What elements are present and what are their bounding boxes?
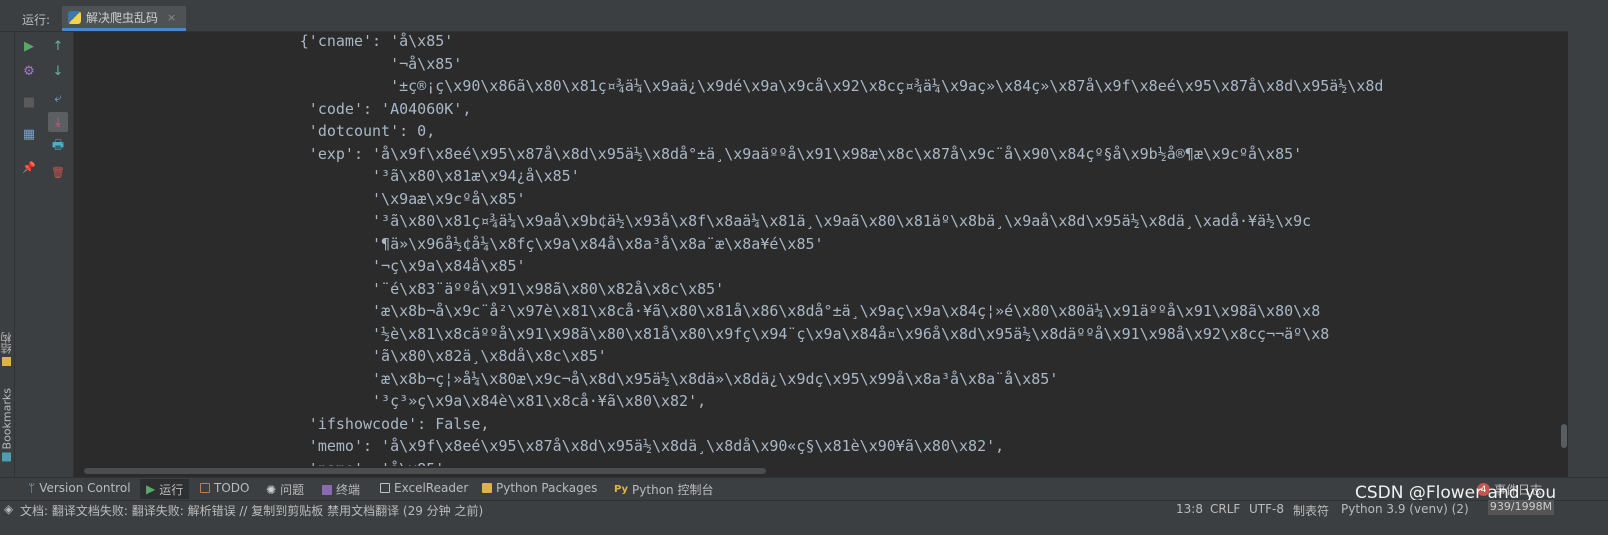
- file-encoding[interactable]: UTF-8: [1249, 502, 1284, 516]
- run-tab[interactable]: 解决爬虫乱码 ×: [62, 6, 187, 31]
- console-line: '±ç®¡ç\x90\x86ã\x80\x81ç¤¾ä¼\x9aä¿\x9dé\…: [74, 77, 1384, 95]
- todo-label: TODO: [214, 481, 250, 495]
- pin-icon[interactable]: 📌: [19, 157, 39, 177]
- todo-button[interactable]: TODO: [200, 481, 249, 495]
- console-line: '½è\x81\x8cäººå\x91\x98ã\x80\x81å\x80\x9…: [74, 324, 1330, 343]
- run-tool-label: 运行: [159, 482, 184, 497]
- console-line: '¶ä»\x96å½¢å¼\x8fç\x9a\x84å\x8a³å\x8a¨æ\…: [74, 234, 824, 253]
- memory-indicator[interactable]: 939/1998M: [1488, 500, 1554, 515]
- branch-icon: ᛘ: [28, 481, 36, 495]
- left-tool-strip: 结构 Bookmarks: [0, 32, 15, 490]
- right-tool-strip: [1568, 0, 1608, 490]
- bookmarks-tool-button[interactable]: Bookmarks: [0, 388, 14, 462]
- problems-icon: ✺: [266, 482, 277, 497]
- console-line: 'æ\x8b¬ç¦»å¼\x80æ\x9c¬å\x8d\x95ä½\x8dä»\…: [74, 369, 1059, 388]
- problems-label: 问题: [280, 483, 305, 497]
- python-console-icon: Py: [614, 484, 629, 495]
- excel-reader-label: ExcelReader: [394, 481, 469, 495]
- bookmarks-label: Bookmarks: [0, 388, 14, 450]
- caret-position[interactable]: 13:8: [1176, 502, 1203, 516]
- vertical-scroll-thumb[interactable]: [1561, 424, 1567, 448]
- run-panel-header: 运行: 解决爬虫乱码 × ⋮ —: [0, 6, 1608, 32]
- horizontal-scrollbar[interactable]: [84, 467, 1560, 475]
- terminal-button[interactable]: 终端: [322, 481, 360, 498]
- todo-icon: [200, 483, 210, 493]
- run-tool-button[interactable]: ▶ 运行: [140, 479, 190, 499]
- packages-icon: [482, 483, 492, 493]
- structure-tool-button[interactable]: 结构: [0, 332, 14, 366]
- console-line: '¬ç\x9a\x84å\x85': [74, 257, 526, 275]
- python-packages-button[interactable]: Python Packages: [482, 481, 597, 495]
- console-line: 'code': 'A04060K',: [74, 99, 472, 118]
- status-bar: ◈ 文档: 翻译文档失败: 翻译失败: 解析错误 // 复制到剪贴板 禁用文档翻…: [0, 500, 1608, 535]
- vertical-scrollbar[interactable]: [1560, 32, 1568, 466]
- console-line: {'cname': 'å\x85': [74, 32, 454, 50]
- terminal-icon: [322, 484, 332, 495]
- python-icon: [68, 10, 81, 24]
- indent-setting[interactable]: 制表符: [1293, 502, 1329, 519]
- run-tab-title: 解决爬虫乱码: [86, 10, 159, 25]
- python-console-label: Python 控制台: [632, 483, 714, 497]
- status-message[interactable]: 文档: 翻译文档失败: 翻译失败: 解析错误 // 复制到剪贴板 禁用文档翻译 …: [20, 502, 483, 519]
- up-arrow-icon[interactable]: ↑: [48, 36, 68, 56]
- bookmarks-icon: [2, 452, 12, 462]
- python-console-button[interactable]: Py Python 控制台: [614, 481, 713, 498]
- console-line: 'dotcount': 0,: [74, 122, 436, 140]
- python-packages-label: Python Packages: [496, 481, 598, 495]
- soft-wrap-icon[interactable]: ⤶: [48, 88, 68, 108]
- console-line: '³ã\x80\x81ç¤¾ä¼\x9aå\x9b¢ä½\x93å\x8f\x8…: [74, 212, 1312, 230]
- terminal-label: 终端: [336, 483, 361, 497]
- console-line: '¨é\x83¨äººå\x91\x98ã\x80\x82å\x8c\x85': [74, 279, 725, 298]
- structure-label: 结构: [0, 332, 13, 354]
- run-icon: ▶: [146, 482, 156, 496]
- console-output[interactable]: {'cname': 'å\x85' '¬å\x85' '±ç®¡ç\x90\x8…: [74, 32, 1560, 466]
- console-line: 'exp': 'å\x9f\x8eé\x95\x87å\x8d\x95ä½\x8…: [74, 144, 1303, 163]
- console-line: 'ã\x80\x82ä¸\x8då\x8c\x85': [74, 347, 607, 365]
- trash-icon[interactable]: 🗑: [48, 162, 68, 182]
- console-line: 'æ\x8b¬å\x9c¨å²\x97è\x81\x8cå·¥ã\x80\x81…: [74, 302, 1321, 320]
- stop-icon[interactable]: ■: [19, 92, 39, 112]
- line-separator[interactable]: CRLF: [1210, 502, 1240, 516]
- scroll-to-end-icon[interactable]: ⤓: [48, 112, 68, 132]
- gear-icon[interactable]: ⚙: [19, 61, 39, 81]
- console-line: 'memo': 'å\x9f\x8eé\x95\x87å\x8d\x95ä½\x…: [74, 437, 1005, 455]
- excel-icon: [380, 483, 390, 493]
- console-line: 'name': 'å\x85': [74, 458, 444, 467]
- run-toolbar: ▶ ↑ ⚙ ↓ ■ ⤶ ▦ ⤓ 🖶 📌 🗑: [15, 32, 74, 490]
- rerun-icon[interactable]: ▶: [19, 36, 39, 56]
- close-icon[interactable]: ×: [167, 11, 176, 24]
- python-interpreter[interactable]: Python 3.9 (venv) (2): [1341, 502, 1469, 516]
- console-line: '\x9aæ\x9cºå\x85': [74, 189, 526, 208]
- console-line: '³ç³»ç\x9a\x84è\x81\x8cå·¥ã\x80\x82',: [74, 392, 707, 410]
- structure-icon: [2, 357, 12, 366]
- print-icon[interactable]: 🖶: [48, 137, 68, 157]
- down-arrow-icon[interactable]: ↓: [48, 61, 68, 81]
- layout-icon[interactable]: ▦: [19, 124, 39, 144]
- problems-button[interactable]: ✺ 问题: [266, 481, 304, 498]
- console-line: 'ifshowcode': False,: [74, 414, 490, 433]
- version-control-label: Version Control: [39, 481, 131, 495]
- run-panel-label: 运行:: [22, 13, 51, 27]
- status-message-icon: ◈: [4, 502, 14, 516]
- horizontal-scroll-thumb[interactable]: [84, 468, 766, 474]
- console-line: '³ã\x80\x81æ\x94¿å\x85': [74, 167, 580, 185]
- console-line: '¬å\x85': [74, 54, 463, 73]
- excel-reader-button[interactable]: ExcelReader: [380, 481, 468, 495]
- version-control-button[interactable]: ᛘ Version Control: [28, 481, 131, 495]
